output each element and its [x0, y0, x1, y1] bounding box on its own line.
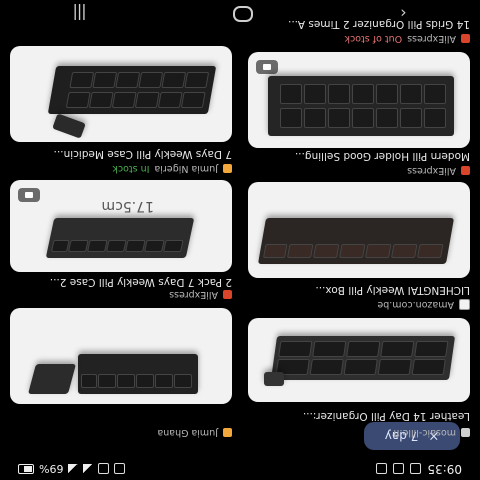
hotspot-icon: [98, 463, 110, 475]
result-card[interactable]: Jumia Ghana: [10, 308, 232, 440]
site-favicon: [223, 290, 232, 299]
product-image[interactable]: [248, 52, 470, 148]
result-source[interactable]: mosaic-lille.fr: [392, 427, 470, 438]
product-image[interactable]: [10, 46, 232, 142]
vibrate-icon: [114, 463, 126, 475]
site-favicon: [223, 164, 232, 173]
result-title[interactable]: Leather 14 Day Pill Organizer:...: [248, 410, 470, 422]
result-title[interactable]: LICHENGTAI Weekly Pill Box...: [248, 284, 470, 296]
result-card[interactable]: 7 Days Weekly Pill Case Medicin... Jumia…: [10, 46, 232, 174]
result-card[interactable]: Leather 14 Day Pill Organizer:... mosaic…: [248, 318, 470, 440]
notification-icon: [393, 463, 405, 475]
pill-case: [257, 218, 455, 264]
image-badge-icon: [18, 188, 40, 202]
site-favicon: [461, 428, 470, 437]
dimension-label: 17.5cm: [101, 198, 154, 214]
pill-case: [78, 354, 198, 394]
result-source[interactable]: AliExpress: [169, 289, 232, 300]
result-source[interactable]: Amazon.com.be: [377, 299, 470, 310]
result-source[interactable]: AliExpress: [407, 165, 470, 176]
result-title[interactable]: 7 Days Weekly Pill Case Medicin...: [10, 148, 232, 160]
pill-case: [47, 66, 217, 114]
result-title[interactable]: Modern Pill Holder Good Selling...: [248, 150, 470, 162]
site-favicon: [461, 34, 470, 43]
result-source[interactable]: Jumia Ghana: [157, 427, 232, 438]
result-card[interactable]: LICHENGTAI Weekly Pill Box... Amazon.com…: [248, 182, 470, 312]
battery-icon: [18, 464, 34, 474]
site-favicon: [459, 299, 470, 310]
product-image[interactable]: 17.5cm: [10, 180, 232, 272]
status-bar: 09:35 69%: [0, 458, 480, 480]
pill-case: [268, 76, 454, 136]
product-image[interactable]: [248, 318, 470, 402]
result-source[interactable]: Jumia Nigeria In stock: [112, 163, 232, 174]
result-card[interactable]: Modern Pill Holder Good Selling... AliEx…: [248, 52, 470, 176]
time: 09:35: [427, 462, 462, 476]
result-title[interactable]: 2 Pack 7 Days Weekly Pill Case 2...: [10, 276, 232, 288]
site-favicon: [223, 428, 232, 437]
signal-icon: [83, 464, 94, 474]
notification-icon: [376, 463, 388, 475]
phone-screen: 09:35 69% × 7 day Leather 14 Day Pill Or…: [0, 0, 480, 480]
pill-case: [45, 218, 195, 258]
product-image[interactable]: [10, 308, 232, 404]
recents-button[interactable]: |||: [73, 5, 86, 24]
pill-case: [52, 113, 86, 139]
notification-icon: [410, 463, 422, 475]
battery-percent: 69%: [39, 462, 64, 476]
back-button[interactable]: ‹: [400, 5, 406, 24]
pill-case: [27, 364, 77, 394]
product-image[interactable]: [248, 182, 470, 278]
system-nav-bar: ‹ |||: [0, 0, 480, 28]
site-favicon: [461, 166, 470, 175]
pill-case: [270, 336, 456, 380]
result-card[interactable]: 17.5cm 2 Pack 7 Days Weekly Pill Case 2.…: [10, 180, 232, 300]
image-badge-icon: [256, 60, 278, 74]
home-button[interactable]: [233, 6, 254, 22]
result-source[interactable]: AliExpress Out of stock: [344, 33, 470, 44]
pill-case: [264, 372, 284, 386]
signal-icon: [68, 464, 79, 474]
